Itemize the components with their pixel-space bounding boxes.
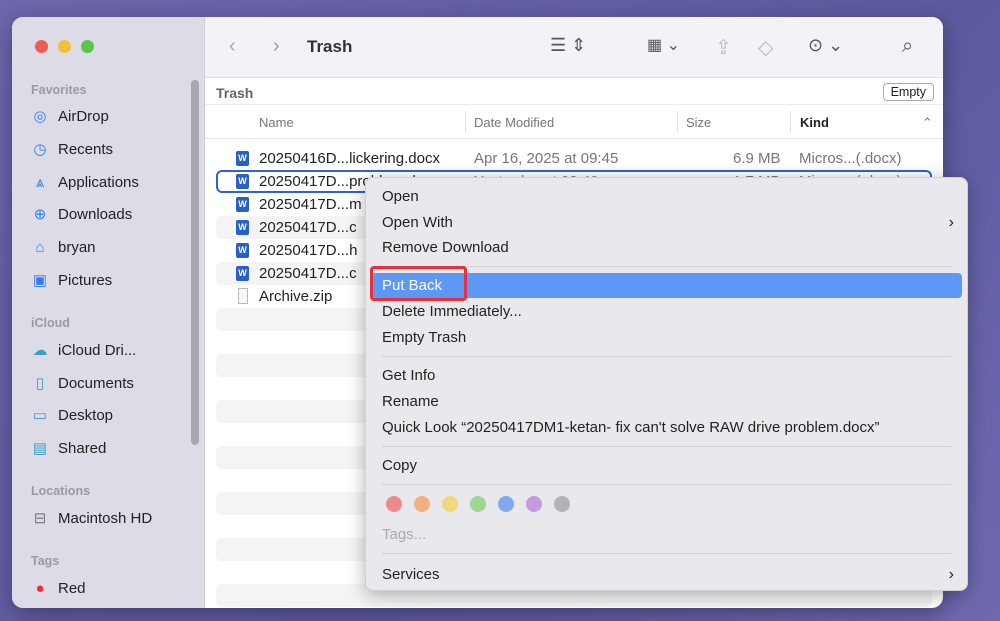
tag-blue[interactable]: [498, 496, 514, 512]
submenu-arrow-icon: ›: [949, 210, 954, 235]
tag-icon[interactable]: ◇: [758, 35, 773, 60]
word-doc-icon: W: [236, 151, 249, 166]
tag-purple[interactable]: [526, 496, 542, 512]
sidebar-item-shared[interactable]: ▤Shared: [31, 437, 106, 459]
menu-open-with[interactable]: Open With›: [371, 210, 962, 235]
column-date-modified[interactable]: Date Modified: [474, 115, 554, 130]
sidebar-scrollbar[interactable]: [191, 80, 199, 445]
word-doc-icon: W: [236, 220, 249, 235]
back-icon[interactable]: ‹: [229, 35, 236, 58]
more-actions-icon[interactable]: ⊙ ⌄: [808, 35, 843, 56]
pictures-icon: ▣: [31, 271, 49, 289]
word-doc-icon: W: [236, 174, 249, 189]
sidebar-item-bryan[interactable]: ⌂bryan: [31, 236, 96, 258]
sidebar-item-downloads[interactable]: ⊕Downloads: [31, 203, 132, 225]
path-bar: Trash Empty: [205, 78, 943, 105]
desktop-icon: ▭: [31, 406, 49, 424]
word-doc-icon: W: [236, 266, 249, 281]
context-menu: Open Open With› Remove Download Put Back…: [365, 177, 968, 591]
window-title: Trash: [307, 37, 352, 57]
sidebar-item-pictures[interactable]: ▣Pictures: [31, 269, 112, 291]
menu-open[interactable]: Open: [371, 184, 962, 209]
menu-empty-trash[interactable]: Empty Trash: [371, 325, 962, 350]
menu-quick-look[interactable]: Quick Look “20250417DM1-ketan- fix can't…: [371, 415, 962, 440]
file-row[interactable]: W20250416D...lickering.docxApr 16, 2025 …: [216, 147, 932, 170]
tag-yellow[interactable]: [442, 496, 458, 512]
document-icon: ▯: [31, 374, 49, 392]
sort-ascending-icon: ⌃: [922, 115, 933, 131]
submenu-arrow-icon: ›: [949, 562, 954, 587]
menu-remove-download[interactable]: Remove Download: [371, 235, 962, 260]
zoom-button[interactable]: [81, 40, 94, 53]
minimize-button[interactable]: [58, 40, 71, 53]
column-header: Name Date Modified Size Kind ⌃: [205, 105, 943, 139]
column-name[interactable]: Name: [259, 115, 294, 130]
sidebar-item-recents[interactable]: ◷Recents: [31, 138, 113, 160]
clock-icon: ◷: [31, 140, 49, 158]
shared-folder-icon: ▤: [31, 439, 49, 457]
section-favorites: Favorites: [31, 83, 87, 97]
column-kind[interactable]: Kind: [800, 115, 829, 130]
list-view-icon[interactable]: ☰ ⇕: [550, 35, 586, 56]
highlight-annotation-box: [370, 266, 467, 301]
home-icon: ⌂: [31, 239, 49, 256]
download-icon: ⊕: [31, 205, 49, 223]
word-doc-icon: W: [236, 243, 249, 258]
section-tags: Tags: [31, 554, 59, 568]
sidebar-item-icloud-drive[interactable]: ☁iCloud Dri...: [31, 339, 136, 361]
menu-copy[interactable]: Copy: [371, 453, 962, 478]
sidebar-item-documents[interactable]: ▯Documents: [31, 372, 134, 394]
close-button[interactable]: [35, 40, 48, 53]
sidebar-item-airdrop[interactable]: ◎AirDrop: [31, 105, 109, 127]
sidebar-item-applications[interactable]: ⩓Applications: [31, 171, 139, 193]
red-tag-dot-icon: ●: [31, 580, 49, 597]
sidebar-item-desktop[interactable]: ▭Desktop: [31, 404, 113, 426]
group-icon[interactable]: ▦ ⌄: [647, 35, 680, 55]
applications-icon: ⩓: [31, 174, 49, 191]
zip-file-icon: [238, 288, 248, 304]
disk-icon: ⊟: [31, 509, 49, 527]
airdrop-icon: ◎: [31, 107, 49, 125]
path-title: Trash: [216, 85, 253, 101]
window-controls: [35, 40, 94, 53]
search-icon[interactable]: ⌕: [902, 35, 913, 58]
menu-get-info[interactable]: Get Info: [371, 363, 962, 388]
menu-delete-immediately[interactable]: Delete Immediately...: [371, 299, 962, 324]
toolbar: ‹ › Trash ☰ ⇕ ▦ ⌄ ⇪ ◇ ⊙ ⌄ ⌕: [205, 17, 943, 78]
tag-green[interactable]: [470, 496, 486, 512]
forward-icon[interactable]: ›: [273, 35, 280, 58]
section-icloud: iCloud: [31, 316, 70, 330]
menu-services[interactable]: Services›: [371, 562, 962, 587]
column-size[interactable]: Size: [686, 115, 711, 130]
cloud-icon: ☁: [31, 341, 49, 359]
share-icon[interactable]: ⇪: [715, 35, 732, 60]
tag-color-picker: [386, 496, 570, 512]
tag-red[interactable]: [386, 496, 402, 512]
tag-orange[interactable]: [414, 496, 430, 512]
section-locations: Locations: [31, 484, 90, 498]
tag-gray[interactable]: [554, 496, 570, 512]
sidebar: Favorites ◎AirDrop ◷Recents ⩓Application…: [12, 17, 205, 608]
sidebar-item-macintosh-hd[interactable]: ⊟Macintosh HD: [31, 507, 152, 529]
empty-trash-button[interactable]: Empty: [883, 83, 934, 101]
sidebar-item-tag-red[interactable]: ●Red: [31, 577, 86, 599]
menu-rename[interactable]: Rename: [371, 389, 962, 414]
menu-tags[interactable]: Tags...: [371, 522, 962, 547]
word-doc-icon: W: [236, 197, 249, 212]
